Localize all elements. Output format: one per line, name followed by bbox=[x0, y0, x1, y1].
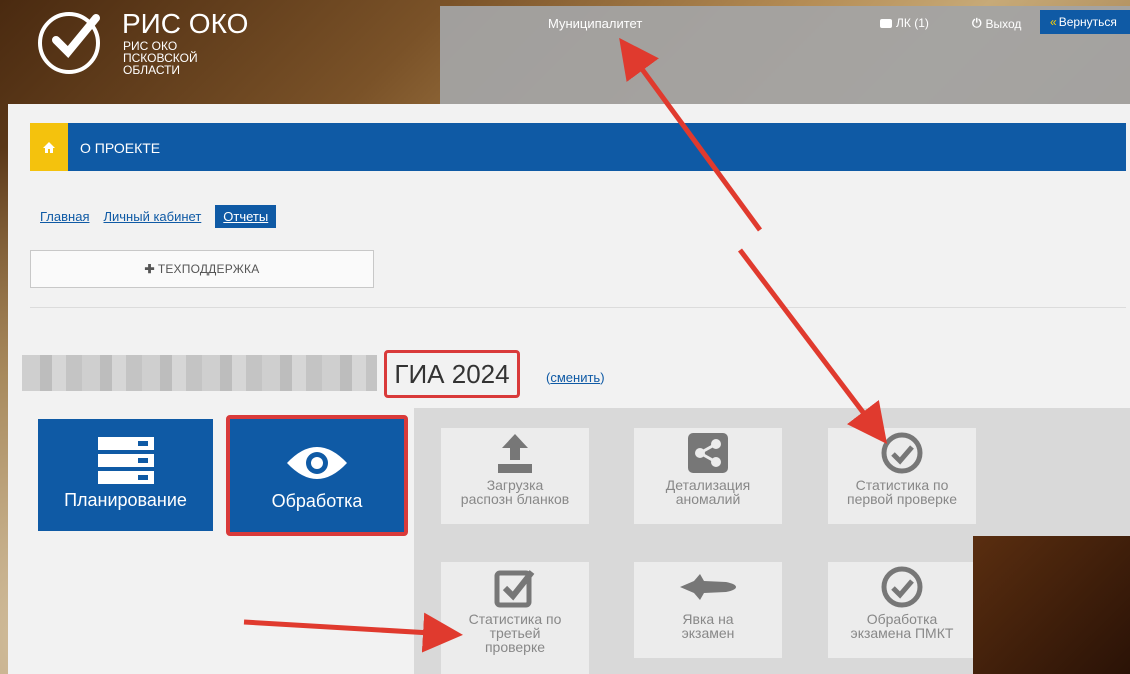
header-bar bbox=[440, 6, 1130, 104]
card-anomaly-details[interactable]: Детализация аномалий bbox=[634, 428, 782, 524]
server-icon bbox=[97, 437, 154, 484]
back-button[interactable]: « Вернуться bbox=[1040, 10, 1130, 34]
main-menu-bar bbox=[30, 123, 1126, 171]
upload-icon bbox=[498, 434, 532, 473]
tile-planning[interactable]: Планирование bbox=[38, 419, 213, 531]
divider bbox=[30, 307, 1126, 308]
share-icon bbox=[688, 433, 728, 473]
exit-link[interactable]: ⏻ Выход bbox=[972, 16, 1021, 31]
change-exam-link[interactable]: (сменить) bbox=[546, 370, 605, 385]
check-circle-icon bbox=[881, 566, 923, 608]
card-exam-attendance[interactable]: Явка на экзамен bbox=[634, 562, 782, 658]
plus-icon: ✚ bbox=[144, 262, 155, 276]
briefcase-icon bbox=[880, 18, 892, 28]
tile-planning-label: Планирование bbox=[64, 490, 187, 510]
shuttle-icon bbox=[680, 574, 736, 600]
tile-processing-label: Обработка bbox=[271, 491, 363, 511]
lk-link[interactable]: ЛК (1) bbox=[880, 16, 929, 30]
user-role: Муниципалитет bbox=[548, 16, 643, 31]
double-chevron-left-icon: « bbox=[1050, 15, 1057, 29]
check-circle-icon bbox=[881, 432, 923, 474]
tile-processing[interactable]: Обработка bbox=[226, 415, 408, 536]
background-corner bbox=[973, 536, 1130, 674]
card-pmkt-processing[interactable]: Обработка экзамена ПМКТ bbox=[828, 562, 976, 658]
logo-check-icon bbox=[52, 14, 100, 58]
breadcrumb-cabinet[interactable]: Личный кабинет bbox=[103, 209, 201, 224]
card-first-check-stats[interactable]: Статистика по первой проверке bbox=[828, 428, 976, 524]
menu-item-about[interactable]: О ПРОЕКТЕ bbox=[80, 140, 160, 156]
check-square-icon bbox=[494, 570, 535, 608]
support-button[interactable]: ✚ ТЕХПОДДЕРЖКА bbox=[30, 250, 374, 288]
home-button[interactable] bbox=[30, 123, 68, 171]
card-upload-forms[interactable]: Загрузка распозн бланков bbox=[441, 428, 589, 524]
breadcrumb-home[interactable]: Главная bbox=[40, 209, 89, 224]
exam-title: ГИА 2024 bbox=[384, 350, 520, 398]
blurred-organization-name bbox=[22, 355, 377, 391]
card-third-check-stats[interactable]: Статистика по третьей проверке bbox=[441, 562, 589, 674]
home-icon bbox=[43, 141, 55, 153]
breadcrumb-reports[interactable]: Отчеты bbox=[215, 205, 277, 228]
brand-subtitle: РИС ОКО ПСКОВСКОЙ ОБЛАСТИ bbox=[123, 39, 198, 77]
brand-title: РИС ОКО bbox=[122, 8, 249, 39]
eye-icon bbox=[287, 447, 347, 479]
breadcrumb: Главная Личный кабинет Отчеты bbox=[40, 205, 277, 228]
power-icon: ⏻ bbox=[972, 16, 982, 30]
